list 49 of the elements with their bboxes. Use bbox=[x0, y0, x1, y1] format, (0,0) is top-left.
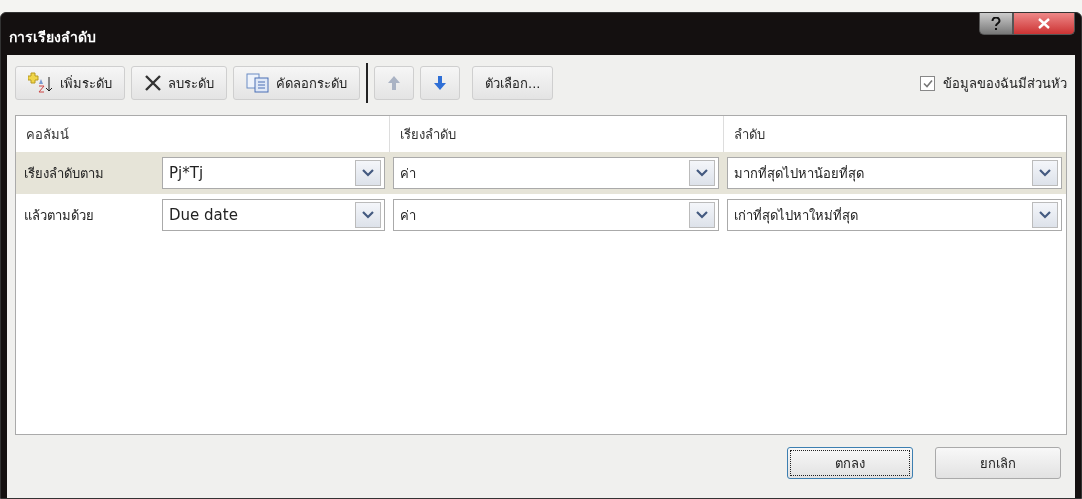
dropdown-value: เก่าที่สุดไปหาใหม่ที่สุด bbox=[734, 206, 858, 226]
chevron-down-icon bbox=[1039, 211, 1051, 219]
dropdown-value: ค่า bbox=[400, 206, 416, 225]
chevron-down-icon bbox=[696, 169, 708, 177]
dropdown-value: Pj*Tj bbox=[169, 164, 204, 182]
help-button[interactable] bbox=[979, 13, 1013, 35]
copy-icon bbox=[246, 73, 270, 93]
column-dropdown[interactable]: Due date bbox=[162, 199, 385, 231]
add-sort-icon bbox=[28, 72, 54, 94]
dropdown-value: ค่า bbox=[400, 164, 416, 183]
column-dropdown[interactable]: Pj*Tj bbox=[162, 157, 385, 189]
dropdown-arrow-button[interactable] bbox=[355, 160, 381, 186]
sort-level-row[interactable]: แล้วตามด้วย Due date ค่า เก่าที่สุดไปหาใหม่ที่สุด bbox=[16, 194, 1066, 236]
checkbox[interactable] bbox=[920, 75, 935, 91]
sort-on-dropdown[interactable]: ค่า bbox=[393, 199, 719, 231]
chevron-down-icon bbox=[696, 211, 708, 219]
move-down-button[interactable] bbox=[420, 66, 460, 100]
ok-button[interactable]: ตกลง bbox=[787, 447, 913, 479]
row-label: แล้วตามด้วย bbox=[23, 206, 95, 225]
chevron-down-icon bbox=[362, 169, 374, 177]
down-arrow-icon bbox=[433, 75, 447, 91]
row-label: เรียงลำดับตาม bbox=[23, 164, 105, 183]
up-arrow-icon bbox=[387, 75, 401, 91]
add-level-button[interactable]: เพิ่มระดับ bbox=[15, 66, 125, 100]
order-dropdown[interactable]: เก่าที่สุดไปหาใหม่ที่สุด bbox=[727, 199, 1062, 231]
dropdown-value: Due date bbox=[169, 206, 238, 224]
column-header: คอลัมน์ bbox=[25, 125, 70, 144]
dropdown-arrow-button[interactable] bbox=[689, 202, 715, 228]
dropdown-arrow-button[interactable] bbox=[1032, 202, 1058, 228]
chevron-down-icon bbox=[1039, 169, 1051, 177]
delete-icon bbox=[144, 74, 162, 92]
cancel-button[interactable]: ยกเลิก bbox=[935, 447, 1061, 479]
dropdown-arrow-button[interactable] bbox=[1032, 160, 1058, 186]
dropdown-value: มากที่สุดไปหาน้อยที่สุด bbox=[734, 164, 864, 184]
copy-level-button[interactable]: คัดลอกระดับ bbox=[233, 66, 360, 100]
checkbox-label: ข้อมูลของฉันมีส่วนหัว bbox=[943, 74, 1067, 94]
chevron-down-icon bbox=[362, 211, 374, 219]
sort-level-row[interactable]: เรียงลำดับตาม Pj*Tj ค่า มากที่สุดไปหาน้อยที่สุด bbox=[16, 152, 1066, 194]
options-button[interactable]: ตัวเลือก... bbox=[472, 66, 554, 100]
window-title: การเรียงลำดับ bbox=[8, 28, 96, 47]
dropdown-arrow-button[interactable] bbox=[689, 160, 715, 186]
order-dropdown[interactable]: มากที่สุดไปหาน้อยที่สุด bbox=[727, 157, 1062, 189]
delete-level-button[interactable]: ลบระดับ bbox=[131, 66, 227, 100]
close-button[interactable] bbox=[1013, 13, 1075, 35]
help-icon bbox=[991, 16, 1001, 31]
check-icon bbox=[922, 78, 933, 88]
sort-on-dropdown[interactable]: ค่า bbox=[393, 157, 719, 189]
dropdown-arrow-button[interactable] bbox=[355, 202, 381, 228]
close-icon bbox=[1038, 18, 1050, 29]
